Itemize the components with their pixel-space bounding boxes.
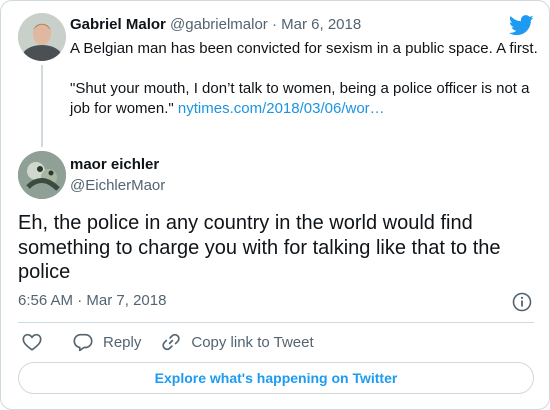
separator-dot: · bbox=[271, 16, 277, 33]
parent-text-line2: "Shut your mouth, I don’t talk to women,… bbox=[70, 79, 540, 119]
like-button[interactable] bbox=[21, 331, 43, 353]
copy-link-button[interactable]: Copy link to Tweet bbox=[160, 331, 314, 353]
copy-link-label: Copy link to Tweet bbox=[191, 333, 314, 351]
parent-text-line1: A Belgian man has been convicted for sex… bbox=[70, 40, 538, 57]
parent-link[interactable]: nytimes.com/2018/03/06/wor… bbox=[178, 100, 385, 117]
parent-header: Gabriel Malor @gabrielmalor · Mar 6, 201… bbox=[70, 16, 361, 33]
divider bbox=[18, 322, 534, 323]
tweet-date: Mar 7, 2018 bbox=[86, 292, 167, 309]
link-icon bbox=[162, 333, 181, 351]
tweet-text: Eh, the police in any country in the wor… bbox=[18, 212, 501, 283]
separator-dot: · bbox=[77, 292, 83, 309]
reply-icon bbox=[73, 333, 93, 352]
parent-tweet-text: A Belgian man has been convicted for sex… bbox=[70, 39, 540, 119]
heart-icon bbox=[22, 333, 42, 351]
reply-label: Reply bbox=[103, 333, 142, 351]
author-avatar[interactable] bbox=[18, 151, 66, 199]
tweet-timestamp[interactable]: 6:56 AM · Mar 7, 2018 bbox=[18, 292, 166, 309]
action-bar: Reply Copy link to Tweet bbox=[18, 331, 314, 353]
reply-button[interactable]: Reply bbox=[72, 331, 141, 353]
parent-display-name[interactable]: Gabriel Malor bbox=[70, 16, 166, 33]
parent-avatar[interactable] bbox=[18, 13, 66, 61]
explore-button[interactable]: Explore what's happening on Twitter bbox=[18, 362, 534, 394]
tweet-time: 6:56 AM bbox=[18, 292, 74, 309]
twitter-bird-icon[interactable] bbox=[509, 15, 534, 36]
parent-handle[interactable]: @gabrielmalor bbox=[170, 16, 268, 33]
thread-line bbox=[41, 65, 43, 147]
tweet-embed-card: Gabriel Malor @gabrielmalor · Mar 6, 201… bbox=[0, 0, 550, 410]
author-handle[interactable]: @EichlerMaor bbox=[70, 177, 165, 194]
parent-date[interactable]: Mar 6, 2018 bbox=[281, 16, 361, 33]
author-display-name[interactable]: maor eichler bbox=[70, 156, 159, 173]
info-icon[interactable] bbox=[512, 292, 532, 312]
